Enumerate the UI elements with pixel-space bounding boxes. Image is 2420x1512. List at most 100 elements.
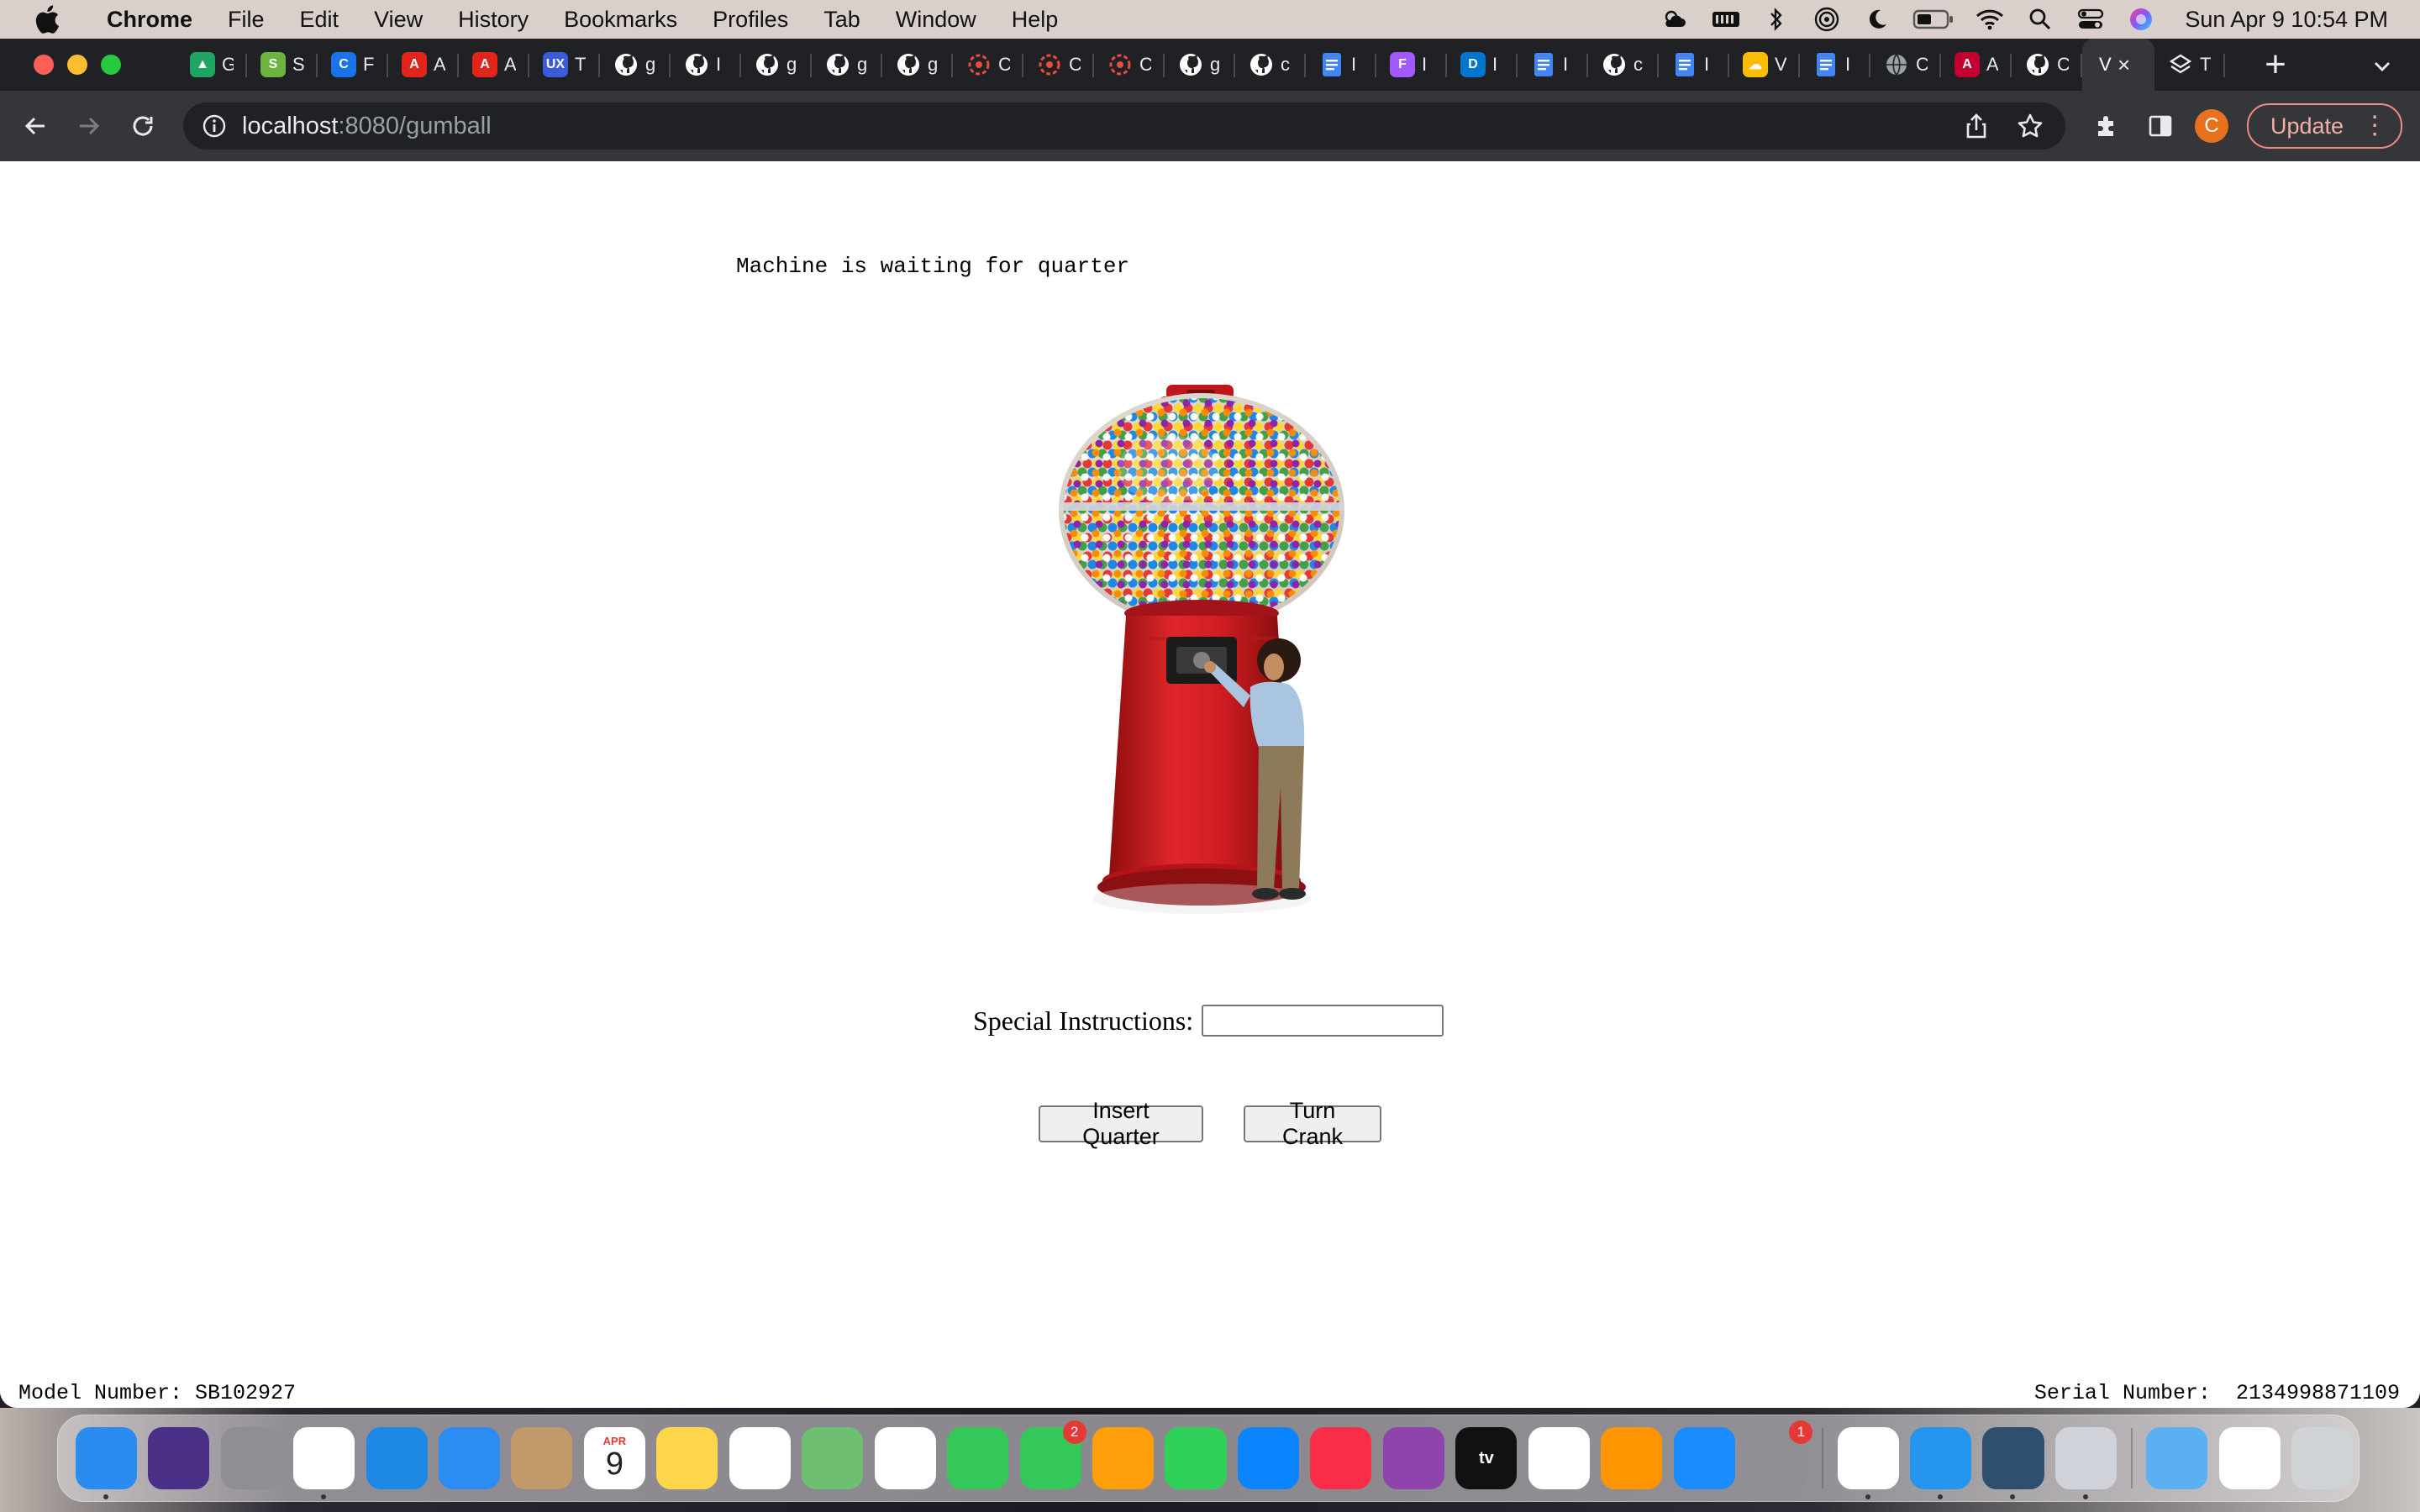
tab-7[interactable]: I	[671, 39, 741, 91]
messages-icon[interactable]	[947, 1427, 1009, 1489]
mysql-workbench-icon[interactable]	[1982, 1427, 2044, 1499]
books-icon[interactable]	[1601, 1427, 1663, 1489]
vscode-icon[interactable]	[1837, 1427, 1899, 1499]
tab-10[interactable]: g	[882, 39, 953, 91]
docker-icon[interactable]	[1909, 1427, 1972, 1499]
tab-20[interactable]: c	[1588, 39, 1659, 91]
weather-icon[interactable]	[1658, 0, 1693, 39]
bookmark-star-icon[interactable]	[2012, 108, 2049, 144]
airdrop-icon[interactable]	[1809, 0, 1844, 39]
tab-23[interactable]: I	[1800, 39, 1870, 91]
numbers-icon[interactable]	[1165, 1427, 1227, 1489]
menu-tab[interactable]: Tab	[823, 7, 860, 33]
tab-3[interactable]: AA	[388, 39, 459, 91]
tab-11[interactable]: C	[953, 39, 1023, 91]
more-menu-icon[interactable]: ⋮	[2362, 113, 2387, 139]
share-icon[interactable]	[1958, 108, 1995, 144]
apple-menu-icon[interactable]	[30, 3, 64, 36]
tab-4[interactable]: AA	[459, 39, 529, 91]
finder-icon[interactable]	[75, 1427, 137, 1499]
menu-file[interactable]: File	[228, 7, 265, 33]
tab-26[interactable]: C	[2012, 39, 2082, 91]
back-button[interactable]	[10, 101, 60, 151]
tab-2[interactable]: CF	[318, 39, 388, 91]
music-icon[interactable]	[1310, 1427, 1372, 1489]
new-tab-button[interactable]: +	[2259, 46, 2292, 83]
tab-9[interactable]: g	[812, 39, 882, 91]
news-icon[interactable]	[1528, 1427, 1590, 1489]
downloads-folder-icon[interactable]	[2146, 1427, 2208, 1489]
menu-help[interactable]: Help	[1012, 7, 1059, 33]
trash-icon[interactable]	[2291, 1427, 2354, 1489]
update-chrome-button[interactable]: Update ⋮	[2247, 103, 2403, 149]
menu-history[interactable]: History	[458, 7, 529, 33]
tab-15[interactable]: c	[1235, 39, 1306, 91]
focus-moon-icon[interactable]	[1860, 0, 1895, 39]
spotlight-search-icon[interactable]	[2023, 0, 2058, 39]
tab-extra[interactable]: T	[2154, 39, 2225, 91]
tab-12[interactable]: C	[1023, 39, 1094, 91]
tab-14[interactable]: g	[1165, 39, 1235, 91]
chrome-icon[interactable]	[293, 1427, 355, 1499]
launchpad-icon[interactable]	[220, 1427, 282, 1489]
preview-icon[interactable]	[2054, 1427, 2117, 1499]
tab-19[interactable]: I	[1518, 39, 1588, 91]
keynote-icon[interactable]	[1237, 1427, 1300, 1489]
contacts-icon[interactable]	[511, 1427, 573, 1489]
tab-search-chevron-icon[interactable]	[2370, 54, 2395, 79]
recent-window-icon[interactable]	[2218, 1427, 2281, 1489]
tab-5[interactable]: UX T	[529, 39, 600, 91]
bluetooth-icon[interactable]	[1759, 0, 1794, 39]
insert-quarter-button[interactable]: Insert Quarter	[1039, 1098, 1203, 1149]
special-instructions-input[interactable]	[1202, 1005, 1444, 1037]
tab-13[interactable]: C	[1094, 39, 1165, 91]
tab-0[interactable]: ▲ G	[176, 39, 247, 91]
tab-18[interactable]: DI	[1447, 39, 1518, 91]
photos-icon[interactable]	[874, 1427, 936, 1489]
siri-icon[interactable]	[148, 1427, 210, 1489]
menu-bar-clock[interactable]: Sun Apr 9 10:54 PM	[2185, 7, 2388, 33]
battery-icon[interactable]	[1910, 0, 1957, 39]
tab-active[interactable]: V ×	[2082, 39, 2154, 91]
minimize-window-button[interactable]	[67, 55, 87, 75]
reload-button[interactable]	[118, 101, 168, 151]
tab-24[interactable]: C	[1870, 39, 1941, 91]
close-tab-icon[interactable]: ×	[2118, 52, 2130, 78]
url-text[interactable]: localhost:8080/gumball	[242, 113, 492, 140]
side-panel-icon[interactable]	[2139, 105, 2181, 147]
address-bar[interactable]: localhost:8080/gumball	[183, 102, 2065, 150]
tab-22[interactable]: ☁ V	[1729, 39, 1800, 91]
close-window-button[interactable]	[34, 55, 54, 75]
tab-17[interactable]: FI	[1376, 39, 1447, 91]
pages-icon[interactable]	[1092, 1427, 1155, 1489]
siri-icon[interactable]	[2123, 0, 2159, 39]
menu-view[interactable]: View	[374, 7, 423, 33]
menu-profiles[interactable]: Profiles	[713, 7, 788, 33]
maps-icon[interactable]	[802, 1427, 864, 1489]
tab-21[interactable]: I	[1659, 39, 1729, 91]
extensions-puzzle-icon[interactable]	[2086, 105, 2128, 147]
reminders-icon[interactable]	[729, 1427, 791, 1489]
profile-avatar[interactable]: C	[2195, 109, 2228, 143]
menu-bookmarks[interactable]: Bookmarks	[564, 7, 677, 33]
menu-app-name[interactable]: Chrome	[107, 7, 192, 33]
menu-window[interactable]: Window	[896, 7, 976, 33]
notes-icon[interactable]	[656, 1427, 718, 1489]
tab-8[interactable]: g	[741, 39, 812, 91]
podcasts-icon[interactable]	[1382, 1427, 1444, 1489]
mail-icon[interactable]	[438, 1427, 501, 1489]
forward-button[interactable]	[64, 101, 114, 151]
facetime-icon[interactable]: 2	[1019, 1420, 1086, 1489]
site-info-icon[interactable]	[200, 112, 229, 140]
tab-1[interactable]: SS	[247, 39, 318, 91]
zoom-window-button[interactable]	[101, 55, 121, 75]
control-center-icon[interactable]	[2073, 0, 2108, 39]
tab-25[interactable]: AA	[1941, 39, 2012, 91]
app-store-icon[interactable]	[1673, 1427, 1735, 1489]
menu-edit[interactable]: Edit	[300, 7, 339, 33]
apple-tv-icon[interactable]: tv	[1455, 1427, 1518, 1489]
calendar-icon[interactable]: APR 9	[583, 1427, 645, 1489]
tab-6[interactable]: g	[600, 39, 671, 91]
memory-icon[interactable]	[1708, 0, 1744, 39]
turn-crank-button[interactable]: Turn Crank	[1244, 1098, 1381, 1149]
